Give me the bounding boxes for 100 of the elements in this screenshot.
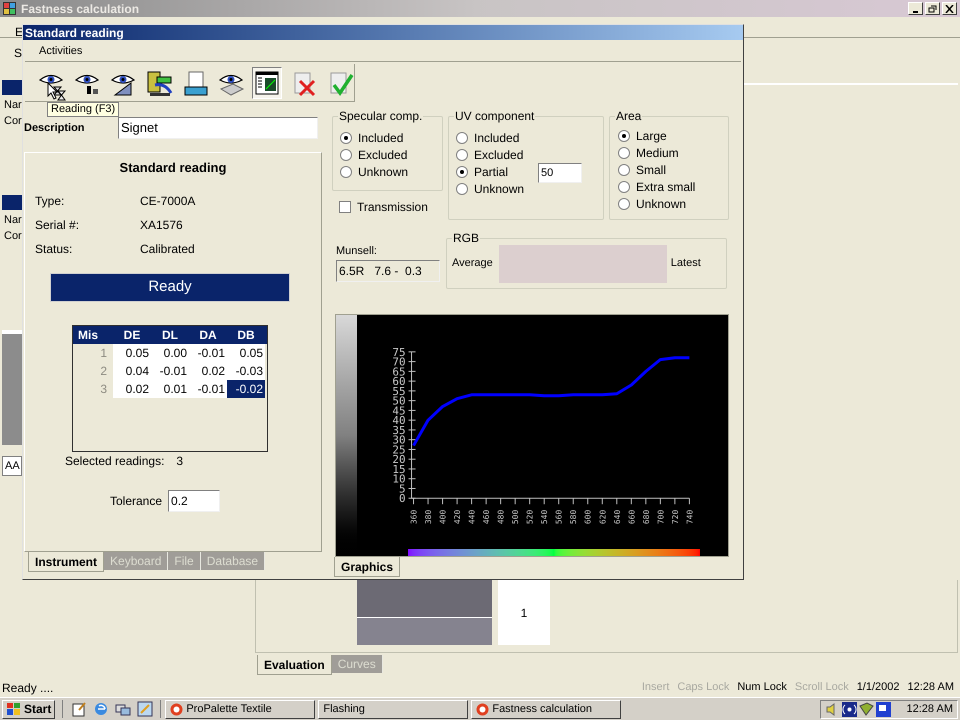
column-header: DB [236, 326, 256, 344]
radio-label: Unknown [636, 196, 686, 212]
radio-button[interactable] [456, 148, 468, 160]
status-time: 12:28 AM [908, 680, 954, 695]
windows-logo-icon [6, 702, 22, 716]
close-icon [945, 4, 954, 12]
table-cell[interactable]: -0.03 [227, 362, 265, 380]
restore-button[interactable] [925, 2, 940, 15]
radio-label: Partial [474, 164, 508, 180]
column-header: DA [198, 326, 218, 344]
field-label: Selected readings: [65, 452, 164, 470]
table-cell[interactable]: -0.02 [227, 380, 265, 398]
radio-label: Included [474, 130, 520, 146]
display-icon[interactable] [876, 702, 891, 716]
status-date: 1/1/2002 [856, 680, 900, 695]
text-field[interactable]: AA [2, 456, 22, 476]
taskbar-button[interactable]: ProPalette Textile [165, 700, 316, 718]
radio-button[interactable] [618, 130, 630, 142]
busy-cursor-icon [47, 82, 67, 102]
table-cell[interactable]: -0.01 [189, 380, 227, 398]
radio-button[interactable] [618, 198, 630, 210]
tick-label: 740 [685, 510, 694, 524]
table-cell[interactable]: 0.00 [151, 344, 189, 362]
tick-label: 640 [612, 510, 622, 524]
tray-app-icon[interactable] [859, 702, 874, 716]
field-label: Type: [35, 192, 66, 210]
toolbar-item[interactable]: S [14, 44, 22, 62]
column-header: DL [161, 326, 179, 344]
notepad-icon[interactable] [71, 701, 88, 717]
browser-icon[interactable] [93, 701, 110, 717]
description-field[interactable]: Signet [118, 117, 318, 139]
tick-label: 700 [656, 510, 666, 524]
status-banner: Ready [50, 272, 290, 302]
table-cell[interactable]: 0.05 [227, 344, 265, 362]
group-title: RGB [452, 231, 480, 245]
radio-button[interactable] [618, 180, 630, 192]
row-number: 1 [99, 344, 108, 362]
field-label: Munsell: [336, 244, 378, 259]
tick-label: 720 [670, 510, 680, 524]
radio-label: Extra small [636, 178, 696, 196]
menu-item[interactable]: Activities [39, 43, 82, 60]
table-cell[interactable]: -0.01 [151, 362, 189, 380]
app-icon [3, 2, 16, 15]
tab[interactable]: Instrument [28, 552, 104, 572]
paint-icon[interactable] [137, 701, 154, 717]
checkbox[interactable] [339, 201, 351, 213]
tick-label: 380 [424, 510, 434, 524]
field-label: Serial #: [35, 216, 80, 234]
tolerance-field[interactable]: 0.2 [168, 490, 220, 512]
toolbar-button[interactable] [252, 66, 282, 98]
radio-button[interactable] [340, 132, 352, 144]
column-header: Mis [77, 326, 100, 344]
minimize-icon [913, 10, 918, 12]
uv-value-field[interactable]: 50 [538, 163, 582, 183]
radio-button[interactable] [456, 182, 468, 194]
tick-label: 620 [598, 510, 608, 524]
radio-button[interactable] [456, 132, 468, 144]
field-value: Calibrated [140, 240, 196, 258]
radio-button[interactable] [340, 166, 352, 178]
chart-window-icon [253, 68, 282, 96]
radio-button[interactable] [340, 148, 352, 160]
taskbar-button[interactable]: Flashing [318, 700, 468, 718]
window-title: Fastness calculation [21, 0, 140, 18]
tick-label: 660 [627, 510, 636, 524]
tick-label: 360 [410, 510, 419, 524]
clock: 12:28 AM [906, 702, 953, 717]
field-label: Nar [4, 98, 22, 113]
side-panel-header [2, 195, 22, 210]
radio-label: Unknown [474, 180, 524, 198]
field-value: 3 [176, 452, 184, 470]
tick-label: 440 [468, 510, 477, 524]
table-cell[interactable]: 0.02 [113, 380, 151, 398]
tab[interactable]: Graphics [334, 557, 400, 577]
field-label: Latest [670, 256, 701, 272]
tick-label: 460 [482, 510, 492, 524]
tab[interactable]: Evaluation [257, 655, 332, 675]
radio-label: Included [358, 130, 404, 146]
tick-label: 600 [584, 510, 593, 524]
start-button[interactable]: Start [2, 700, 56, 718]
table-cell[interactable]: -0.01 [189, 344, 227, 362]
tick-label: 520 [526, 510, 535, 524]
munsell-field: 6.5R 7.6 - 0.3 [336, 260, 440, 282]
radio-label: Small [636, 162, 666, 178]
signal-icon[interactable] [842, 702, 857, 716]
table-cell[interactable]: 0.04 [113, 362, 151, 380]
table-cell[interactable]: 0.02 [189, 362, 227, 380]
menu-item[interactable]: E [15, 23, 24, 41]
tick-label: 580 [569, 510, 578, 524]
close-button[interactable] [942, 2, 957, 15]
status-indicator: Num Lock [737, 680, 787, 695]
taskbar-button[interactable]: Fastness calculation [471, 700, 622, 718]
radio-button[interactable] [618, 146, 630, 158]
table-cell[interactable]: 0.01 [151, 380, 189, 398]
group-title: UV component [454, 109, 536, 123]
radio-button[interactable] [456, 166, 468, 178]
table-cell[interactable]: 0.05 [113, 344, 151, 362]
minimize-button[interactable] [908, 2, 923, 15]
field-value: XA1576 [140, 216, 184, 234]
radio-button[interactable] [618, 164, 630, 176]
field-label: Average [452, 256, 493, 272]
